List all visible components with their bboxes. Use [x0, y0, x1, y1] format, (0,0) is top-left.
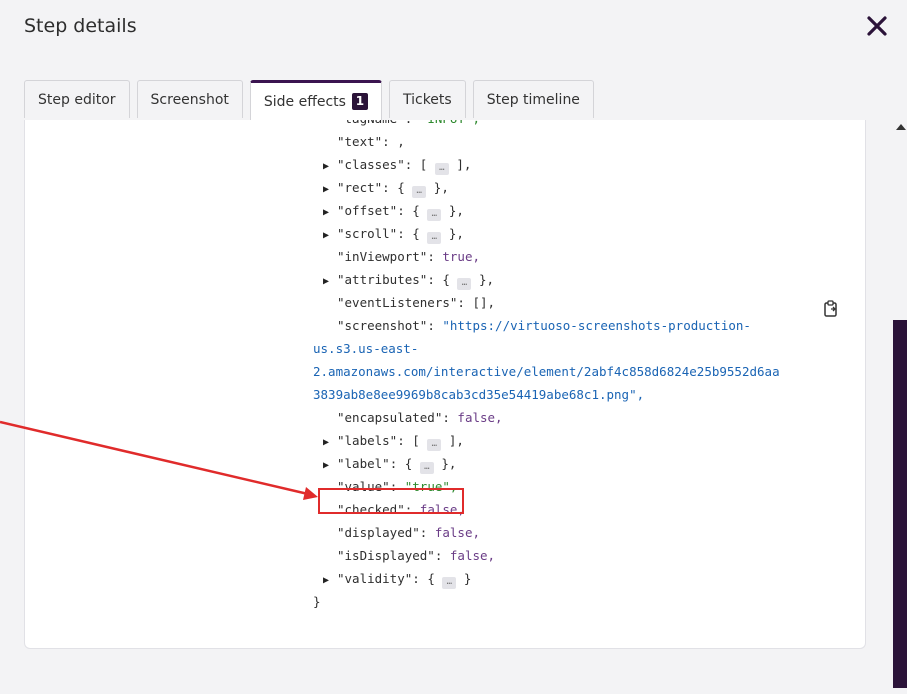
annotation-arrow: [0, 420, 318, 500]
